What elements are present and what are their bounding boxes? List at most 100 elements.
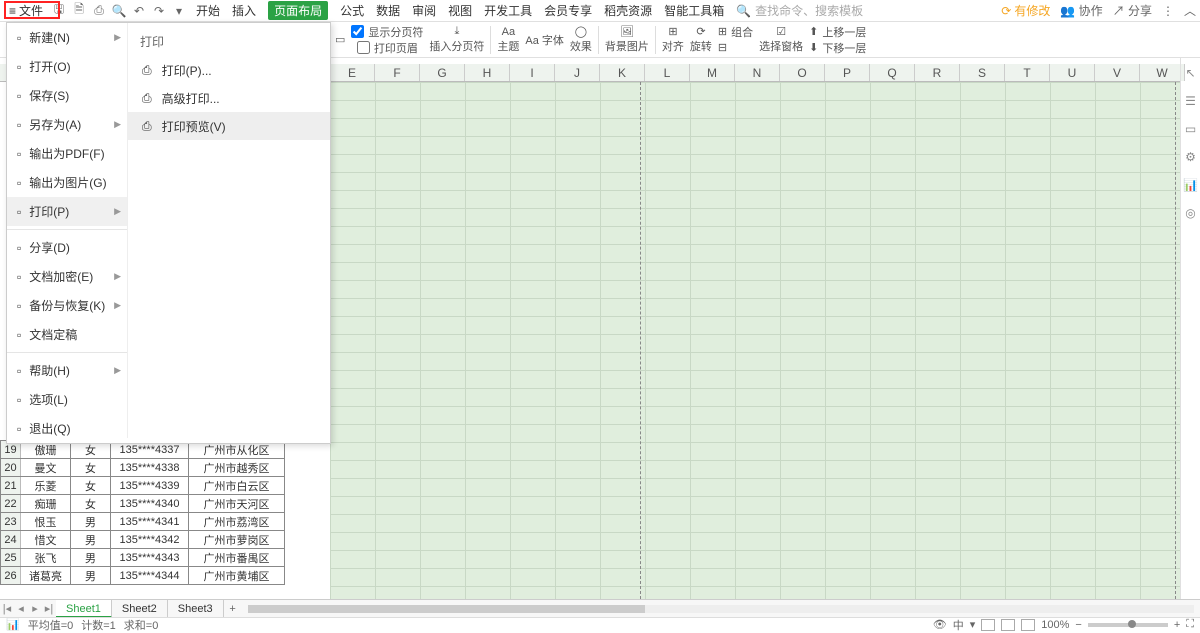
file-menu-item[interactable]: ▫输出为图片(G) xyxy=(7,168,127,197)
cursor-icon[interactable]: ↖ xyxy=(1185,66,1195,80)
row-header[interactable]: 22 xyxy=(1,495,21,513)
insert-break-button[interactable]: ⤓插入分页符 xyxy=(429,25,484,54)
file-menu-item[interactable]: ▫文档加密(E)▶ xyxy=(7,262,127,291)
save-icon[interactable]: 🖫 xyxy=(50,2,68,20)
table-row[interactable]: 24惜文男135****4342广州市萝岗区 xyxy=(1,531,285,549)
column-header[interactable]: L xyxy=(645,64,690,81)
file-menu-item[interactable]: ▫帮助(H)▶ xyxy=(7,356,127,385)
filter-icon[interactable]: ⚙ xyxy=(1185,150,1196,164)
column-header[interactable]: P xyxy=(825,64,870,81)
menu-tab[interactable]: 会员专享 xyxy=(544,2,592,19)
print-area-icon[interactable]: ▭ xyxy=(335,33,345,46)
sheet-next-icon[interactable]: ▸ xyxy=(28,602,42,615)
share-button[interactable]: ↗ 分享 xyxy=(1113,2,1152,19)
save-icon2[interactable]: 🗎 xyxy=(70,2,88,20)
add-sheet-button[interactable]: + xyxy=(224,603,242,615)
layer-down-button[interactable]: ⬇ 下移一层 xyxy=(809,40,866,56)
file-menu-item[interactable]: ▫文档定稿 xyxy=(7,320,127,349)
ungroup-button[interactable]: ⊟ 旋转 xyxy=(718,40,753,56)
column-header[interactable]: R xyxy=(915,64,960,81)
collab-button[interactable]: 👥 协作 xyxy=(1060,2,1102,19)
file-menu-item[interactable]: ▫打印(P)▶ xyxy=(7,197,127,226)
column-header[interactable]: W xyxy=(1140,64,1185,81)
column-header[interactable]: T xyxy=(1005,64,1050,81)
print-header-checkbox[interactable] xyxy=(357,41,370,54)
select-icon[interactable]: ☰ xyxy=(1185,94,1196,108)
table-row[interactable]: 22痴珊女135****4340广州市天河区 xyxy=(1,495,285,513)
column-headers[interactable]: EFGHIJKLMNOPQRSTUVW xyxy=(330,64,1180,82)
redo-icon[interactable]: ↷ xyxy=(150,2,168,20)
show-pagebreak-checkbox[interactable] xyxy=(351,25,364,38)
view-normal-icon[interactable] xyxy=(981,619,995,631)
file-menu-item[interactable]: ▫分享(D) xyxy=(7,233,127,262)
chart-icon[interactable]: 📊 xyxy=(1183,178,1198,192)
column-header[interactable]: E xyxy=(330,64,375,81)
group-button[interactable]: ⊞ 组合 xyxy=(718,24,753,40)
unsaved-indicator[interactable]: ⟳ 有修改 xyxy=(1001,2,1050,19)
font-button[interactable]: Aa 字体 xyxy=(525,32,564,48)
sheet-tab[interactable]: Sheet1 xyxy=(56,600,112,618)
row-header[interactable]: 24 xyxy=(1,531,21,549)
menu-tab[interactable]: 数据 xyxy=(376,2,400,19)
file-menu-button[interactable]: ≡ 文件 xyxy=(4,2,48,20)
preview-icon[interactable]: 🔍 xyxy=(110,2,128,20)
column-header[interactable]: I xyxy=(510,64,555,81)
collapse-ribbon-icon[interactable]: ︿ xyxy=(1184,2,1196,19)
column-header[interactable]: O xyxy=(780,64,825,81)
column-header[interactable]: V xyxy=(1095,64,1140,81)
menu-tab[interactable]: 插入 xyxy=(232,2,256,19)
row-header[interactable]: 21 xyxy=(1,477,21,495)
more-icon[interactable]: ⋮ xyxy=(1162,4,1174,18)
location-icon[interactable]: ◎ xyxy=(1185,206,1195,220)
menu-tab[interactable]: 稻壳资源 xyxy=(604,2,652,19)
column-header[interactable]: S xyxy=(960,64,1005,81)
column-header[interactable]: F xyxy=(375,64,420,81)
zoom-in-icon[interactable]: + xyxy=(1174,619,1180,631)
undo-icon[interactable]: ↶ xyxy=(130,2,148,20)
row-header[interactable]: 25 xyxy=(1,549,21,567)
column-header[interactable]: K xyxy=(600,64,645,81)
menu-tab[interactable]: 页面布局 xyxy=(268,1,328,20)
style-icon[interactable]: ▭ xyxy=(1185,122,1196,136)
column-header[interactable]: H xyxy=(465,64,510,81)
table-row[interactable]: 25张飞男135****4343广州市番禺区 xyxy=(1,549,285,567)
row-header[interactable]: 23 xyxy=(1,513,21,531)
menu-tab[interactable]: 公式 xyxy=(340,2,364,19)
stats-icon[interactable]: 📊 xyxy=(6,618,20,631)
file-menu-item[interactable]: ▫打开(O) xyxy=(7,52,127,81)
eye-icon[interactable]: 👁 xyxy=(933,618,947,631)
column-header[interactable]: U xyxy=(1050,64,1095,81)
sheet-tab[interactable]: Sheet2 xyxy=(112,600,168,618)
fullscreen-icon[interactable]: ⛶ xyxy=(1186,618,1194,631)
sheet-tab[interactable]: Sheet3 xyxy=(168,600,224,618)
grid[interactable] xyxy=(330,82,1180,599)
file-menu-item[interactable]: ▫备份与恢复(K)▶ xyxy=(7,291,127,320)
print-submenu-item[interactable]: ⎙高级打印... xyxy=(128,84,330,112)
ime-indicator[interactable]: 中 xyxy=(953,617,964,633)
print-submenu-item[interactable]: ⎙打印预览(V) xyxy=(128,112,330,140)
menu-tab[interactable]: 视图 xyxy=(448,2,472,19)
table-row[interactable]: 20曼文女135****4338广州市越秀区 xyxy=(1,459,285,477)
file-menu-item[interactable]: ▫选项(L) xyxy=(7,385,127,414)
table-row[interactable]: 26诸葛亮男135****4344广州市黄埔区 xyxy=(1,567,285,585)
command-search[interactable]: 🔍 查找命令、搜索模板 xyxy=(736,2,863,19)
theme-button[interactable]: Aa主题 xyxy=(497,26,519,54)
row-header[interactable]: 20 xyxy=(1,459,21,477)
view-page-icon[interactable] xyxy=(1001,619,1015,631)
dropdown-icon[interactable]: ▾ xyxy=(170,2,188,20)
menu-tab[interactable]: 智能工具箱 xyxy=(664,2,724,19)
sheet-prev-icon[interactable]: ◂ xyxy=(14,602,28,615)
column-header[interactable]: M xyxy=(690,64,735,81)
file-menu-item[interactable]: ▫退出(Q) xyxy=(7,414,127,443)
view-break-icon[interactable] xyxy=(1021,619,1035,631)
row-header[interactable]: 26 xyxy=(1,567,21,585)
layer-up-button[interactable]: ⬆ 上移一层 xyxy=(809,24,866,40)
print-icon[interactable]: ⎙ xyxy=(90,2,108,20)
sheet-first-icon[interactable]: |◂ xyxy=(0,602,14,615)
horizontal-scrollbar[interactable] xyxy=(248,605,1194,613)
table-row[interactable]: 21乐菱女135****4339广州市白云区 xyxy=(1,477,285,495)
sel-pane-button[interactable]: ☑选择窗格 xyxy=(759,25,803,54)
effect-button[interactable]: ◯效果 xyxy=(570,25,592,54)
file-menu-item[interactable]: ▫新建(N)▶ xyxy=(7,23,127,52)
align-button[interactable]: ⊞对齐 xyxy=(662,25,684,54)
